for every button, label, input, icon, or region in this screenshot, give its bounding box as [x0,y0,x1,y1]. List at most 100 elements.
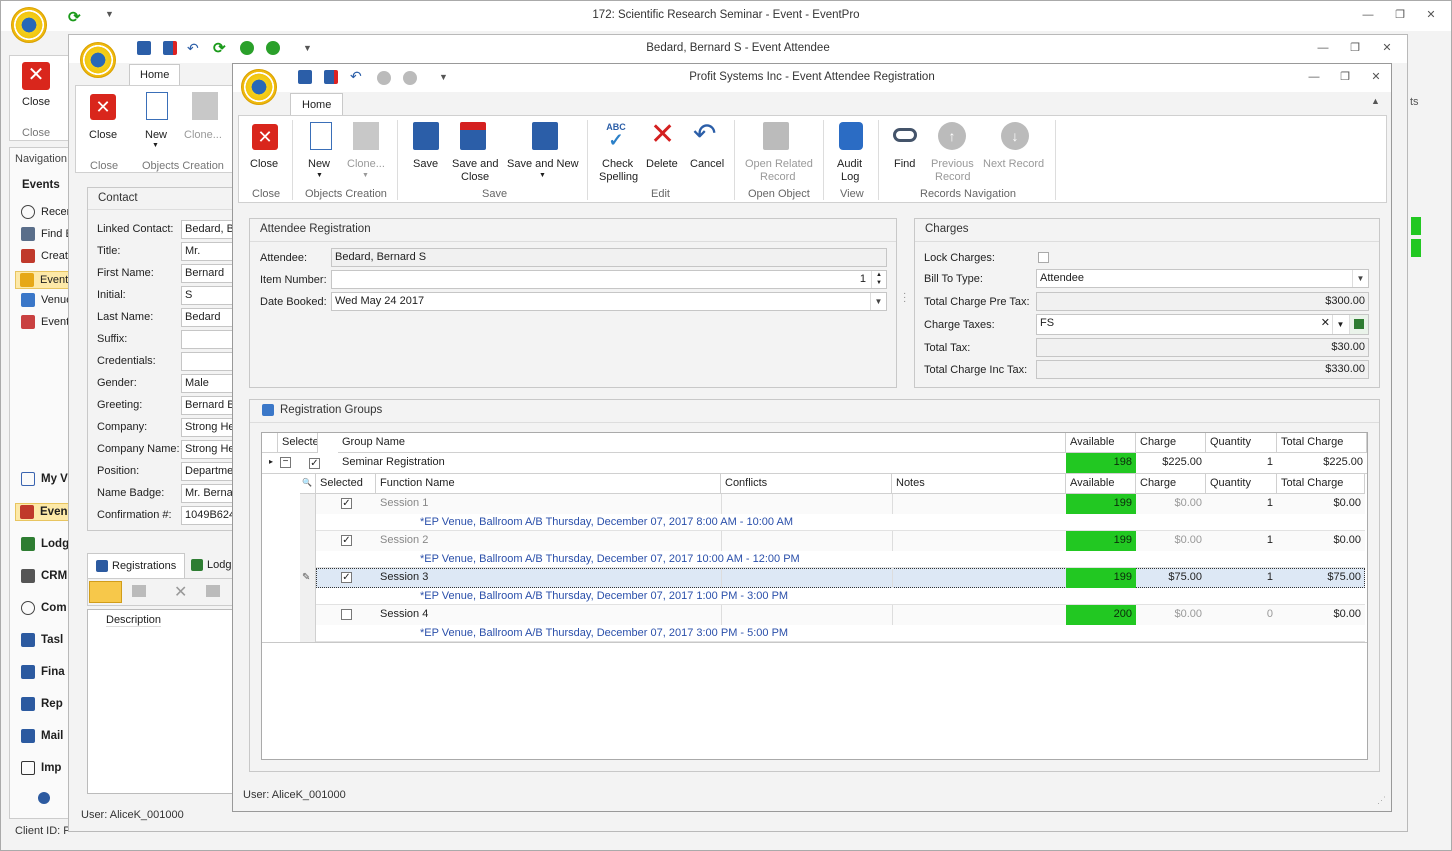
contact-field[interactable]: Bedard, B [181,220,237,239]
reg-save-close-icon[interactable] [324,70,338,84]
reg-save-new-label[interactable]: Save and New [507,158,579,171]
nav-item-find[interactable]: Find E [21,227,73,241]
ribbon-collapse-icon[interactable]: ▲ [1371,96,1380,106]
nav-crm[interactable]: CRM [21,569,67,583]
detail-column-header[interactable]: Notes [892,474,1066,494]
bill-to-type-field[interactable]: Attendee ▼ [1036,269,1369,288]
bill-to-dropdown-icon[interactable]: ▼ [1352,270,1368,287]
contact-field[interactable] [181,330,237,349]
detail-column-header[interactable]: Conflicts [721,474,892,494]
nav-my[interactable]: My V [21,472,68,486]
grid-column-header[interactable]: Available [1066,433,1136,453]
toolbar-delete-icon[interactable]: ✕ [174,582,187,602]
contact-field[interactable]: Bernard [181,264,237,283]
grid-column-header[interactable]: Charge [1136,433,1206,453]
reg-audit-log-icon[interactable] [839,122,863,150]
reg-down-icon[interactable] [403,71,417,85]
clear-taxes-icon[interactable]: ✕ [1321,316,1330,329]
nav-events[interactable]: Even [15,503,71,521]
grid-column-header[interactable]: Group Name [338,433,1066,453]
reg-up-icon[interactable] [377,71,391,85]
reg-save-label[interactable]: Save [413,158,438,171]
attendee-save-close-icon[interactable] [163,41,177,55]
session-selected-checkbox[interactable]: ✓ [341,498,352,509]
attendee-close-icon[interactable]: ✕ [90,94,116,120]
reg-delete-label[interactable]: Delete [646,158,678,171]
attendee-tab-home[interactable]: Home [129,64,181,86]
nav-item-create[interactable]: Creat [21,249,68,263]
reg-find-label[interactable]: Find [894,158,915,171]
reg-save-new-big-icon[interactable] [532,122,558,150]
detail-column-header[interactable]: Function Name [376,474,721,494]
session-selected-checkbox[interactable]: ✓ [341,572,352,583]
tab-lodging[interactable]: Lodg [191,559,231,572]
attendee-maximize-button[interactable]: ❐ [1348,42,1362,54]
attendee-field[interactable]: Bedard, Bernard S [331,248,887,267]
reg-audit-label-2[interactable]: Log [841,171,859,184]
toolbar-print-icon[interactable] [206,585,220,597]
nav-item-venue[interactable]: Venue [21,293,72,307]
nav-reports[interactable]: Rep [21,697,63,711]
item-number-spinner[interactable]: ▲ ▼ [871,271,886,288]
attendee-close-window-button[interactable]: ✕ [1380,42,1394,54]
date-booked-field[interactable]: Wed May 24 2017 ▼ [331,292,887,311]
reg-close-label[interactable]: Close [250,158,278,171]
grid-column-header[interactable]: Total Charge [1277,433,1367,453]
qat-dropdown-icon[interactable]: ▼ [105,9,119,23]
nav-item-event-2[interactable]: Event [21,315,69,329]
attendee-down-icon[interactable] [266,41,280,55]
contact-field[interactable]: Strong He [181,440,237,459]
nav-finance[interactable]: Fina [21,665,65,679]
reg-save-big-icon[interactable] [413,122,439,150]
registration-close-window-button[interactable]: ✕ [1369,71,1383,83]
reg-cancel-icon[interactable]: ↶ [693,118,716,150]
reg-save-icon[interactable] [298,70,312,84]
taxes-edit-icon[interactable] [1349,315,1368,334]
reg-new-dropdown-icon[interactable]: ▼ [316,172,323,179]
nav-item-event[interactable]: Event [15,271,71,289]
reg-close-icon[interactable]: ✕ [252,124,278,150]
item-number-field[interactable]: 1 ▲ ▼ [331,270,887,289]
attendee-save-icon[interactable] [137,41,151,55]
attendee-new-label[interactable]: New [145,129,167,141]
nav-com[interactable]: Com [21,601,67,615]
contact-field[interactable]: Strong He [181,418,237,437]
tab-registrations[interactable]: Registrations [87,553,186,578]
toolbar-copy-icon[interactable] [132,585,146,597]
detail-search-icon[interactable]: 🔍 [300,474,316,494]
attendee-qat-dropdown-icon[interactable]: ▼ [303,43,317,57]
contact-field[interactable]: S [181,286,237,305]
detail-column-header[interactable]: Available [1066,474,1136,494]
close-window-button[interactable]: ✕ [1424,9,1438,21]
reg-find-icon[interactable] [893,128,917,142]
nav-lodging[interactable]: Lodg [21,537,69,551]
grid-column-header[interactable]: Selected [278,433,318,453]
reg-new-icon[interactable] [310,122,332,150]
registration-minimize-button[interactable]: — [1307,71,1321,83]
registration-logo[interactable] [241,69,277,105]
group-selected-checkbox[interactable]: ✓ [309,458,320,469]
nav-item-recent[interactable]: Recen [21,205,73,219]
expand-row-icon[interactable]: ▸ [265,454,275,474]
session-selected-checkbox[interactable] [341,609,352,620]
charge-taxes-field[interactable]: FS ✕ ▼ [1036,314,1369,335]
description-header[interactable]: Description [106,614,162,627]
contact-field[interactable]: Departme [181,462,237,481]
contact-field[interactable]: Mr. Berna [181,484,237,503]
reg-save-close-label-2[interactable]: Close [461,171,489,184]
attendee-new-dropdown-icon[interactable]: ▼ [152,142,159,149]
contact-field[interactable]: 1049B624 [181,506,237,525]
taxes-dropdown-icon[interactable]: ▼ [1332,315,1348,334]
reg-new-label[interactable]: New [308,158,330,171]
collapse-group-icon[interactable]: − [280,457,291,468]
attendee-new-icon[interactable] [146,92,168,120]
main-close-label[interactable]: Close [22,96,50,108]
contact-field[interactable] [181,352,237,371]
contact-field[interactable]: Bedard [181,308,237,327]
main-close-icon[interactable]: ✕ [22,62,50,90]
reg-save-close-label-1[interactable]: Save and [452,158,498,171]
session-selected-checkbox[interactable]: ✓ [341,535,352,546]
reg-qat-dropdown-icon[interactable]: ▼ [439,72,453,86]
detail-column-header[interactable]: Total Charge [1277,474,1365,494]
date-dropdown-icon[interactable]: ▼ [870,293,886,310]
